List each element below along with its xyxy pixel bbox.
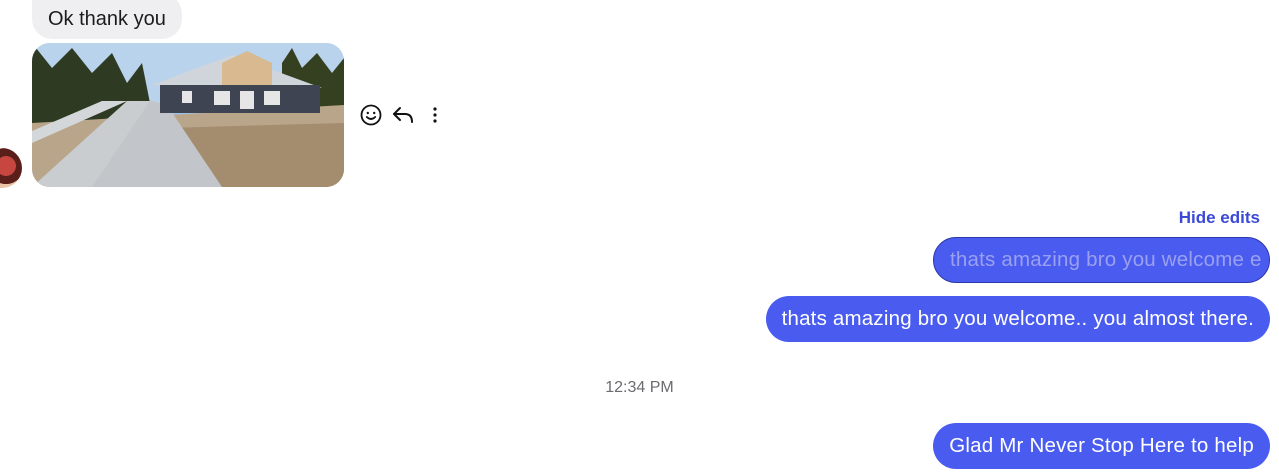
sender-avatar[interactable] [0,148,22,188]
outgoing-message-bubble[interactable]: thats amazing bro you welcome.. you almo… [765,296,1270,342]
outgoing-message-text: Glad Mr Never Stop Here to help [949,434,1254,457]
outgoing-message-text: thats amazing bro you welcome.. you almo… [781,307,1254,330]
shared-photo[interactable] [32,43,344,187]
previous-version-text: thats amazing bro you welcome e [950,248,1262,271]
house-photo-image [32,43,344,187]
smiley-icon[interactable] [358,102,384,128]
reply-arrow-icon[interactable] [390,102,416,128]
hide-edits-link[interactable]: Hide edits [1179,208,1260,228]
message-actions [358,102,454,128]
more-vertical-icon[interactable] [422,102,448,128]
incoming-message-bubble[interactable]: Ok thank you [32,0,182,39]
message-timestamp: 12:34 PM [605,379,674,396]
outgoing-message-bubble[interactable]: Glad Mr Never Stop Here to help [933,423,1270,469]
incoming-message-text: Ok thank you [48,8,166,30]
edited-message-previous-version: thats amazing bro you welcome e [933,237,1270,283]
